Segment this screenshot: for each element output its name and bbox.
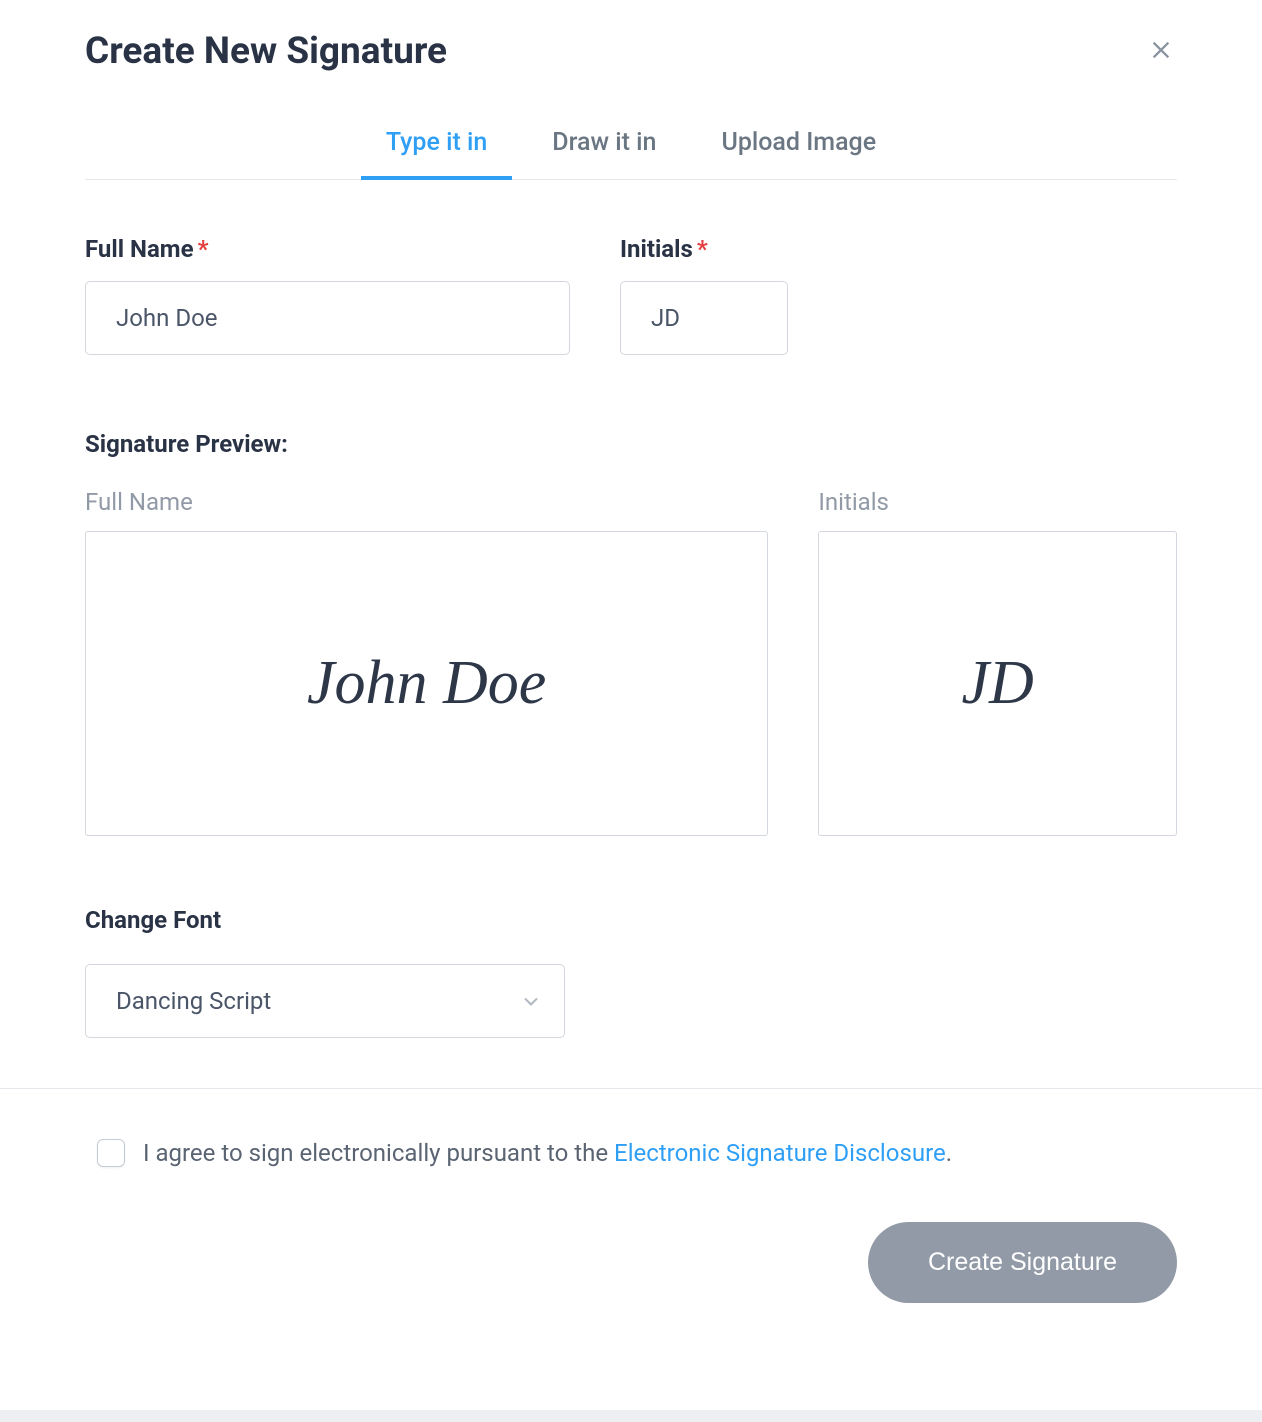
tab-type-it-in[interactable]: Type it in (386, 128, 487, 179)
agree-row: I agree to sign electronically pursuant … (97, 1139, 1177, 1167)
preview-fullname-col: Full Name John Doe (85, 488, 768, 836)
preview-fullname-label: Full Name (85, 488, 768, 516)
agree-text-pre: I agree to sign electronically pursuant … (143, 1139, 614, 1167)
modal-footer: I agree to sign electronically pursuant … (0, 1088, 1262, 1343)
input-row: Full Name* Initials* (85, 235, 1177, 355)
agree-text-post: . (946, 1139, 952, 1167)
font-select[interactable]: Dancing Script (85, 964, 565, 1038)
preview-initials-box: JD (818, 531, 1177, 836)
preview-row: Full Name John Doe Initials JD (85, 488, 1177, 836)
close-button[interactable] (1145, 34, 1177, 70)
close-icon (1150, 39, 1172, 61)
create-signature-button[interactable]: Create Signature (868, 1222, 1177, 1303)
tabs: Type it in Draw it in Upload Image (85, 128, 1177, 180)
preview-fullname-box: John Doe (85, 531, 768, 836)
initials-group: Initials* (620, 235, 788, 355)
initials-label-text: Initials (620, 235, 693, 263)
required-indicator: * (198, 235, 209, 263)
change-font-label: Change Font (85, 906, 1177, 934)
agree-text: I agree to sign electronically pursuant … (143, 1139, 952, 1167)
fullname-group: Full Name* (85, 235, 570, 355)
agree-checkbox[interactable] (97, 1139, 125, 1167)
fullname-label-text: Full Name (85, 235, 194, 263)
fullname-label: Full Name* (85, 235, 570, 263)
preview-fullname-text: John Doe (307, 648, 546, 719)
initials-label: Initials* (620, 235, 788, 263)
initials-input[interactable] (620, 281, 788, 355)
fullname-input[interactable] (85, 281, 570, 355)
button-row: Create Signature (85, 1222, 1177, 1303)
preview-section-title: Signature Preview: (85, 430, 1177, 458)
font-select-wrapper: Dancing Script (85, 964, 565, 1038)
preview-initials-text: JD (962, 648, 1034, 719)
preview-initials-label: Initials (818, 488, 1177, 516)
modal-header: Create New Signature (85, 30, 1177, 73)
preview-initials-col: Initials JD (818, 488, 1177, 836)
disclosure-link[interactable]: Electronic Signature Disclosure (614, 1139, 946, 1167)
required-indicator: * (697, 235, 708, 263)
tab-upload-image[interactable]: Upload Image (721, 128, 876, 179)
bottom-bar (0, 1410, 1262, 1422)
modal-title: Create New Signature (85, 30, 447, 73)
tab-draw-it-in[interactable]: Draw it in (552, 128, 656, 179)
